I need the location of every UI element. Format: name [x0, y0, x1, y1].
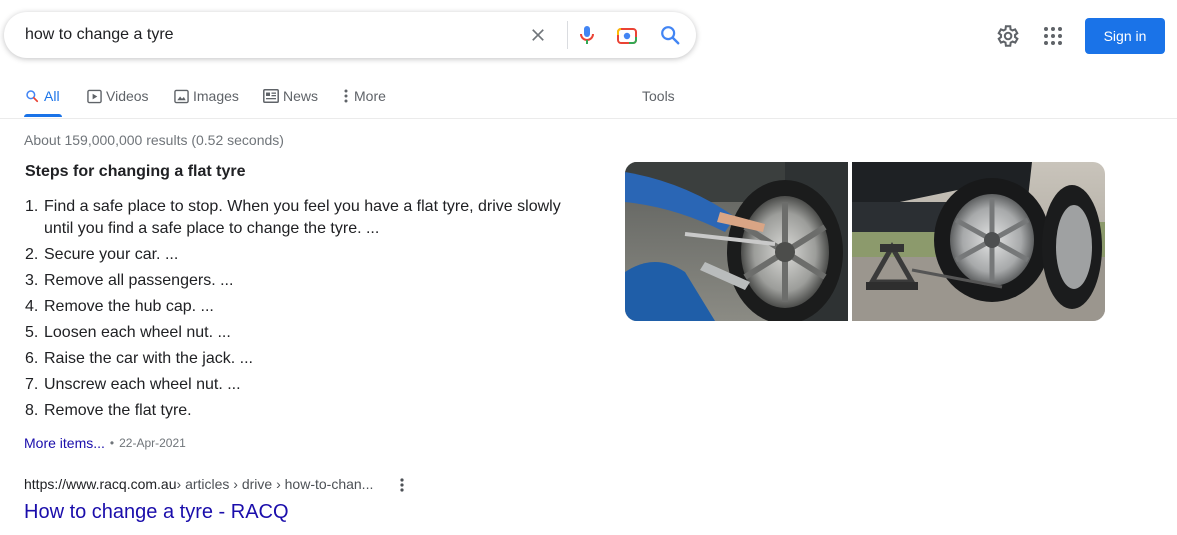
list-item: 4. Remove the hub cap. ...: [25, 296, 585, 318]
sign-in-button[interactable]: Sign in: [1085, 18, 1165, 54]
snippet-title: Steps for changing a flat tyre: [25, 163, 246, 180]
settings-gear-icon[interactable]: [994, 23, 1020, 49]
step-number: 2.: [25, 246, 39, 263]
step-number: 3.: [25, 272, 39, 289]
search-divider: [567, 21, 568, 49]
apps-grid-icon[interactable]: [1041, 24, 1065, 48]
search-icon: [24, 88, 40, 104]
more-items-row: More items... • 22-Apr-2021: [24, 435, 186, 451]
result-path: › articles › drive › how-to-chan...: [176, 476, 374, 492]
tab-more[interactable]: More: [342, 86, 386, 106]
separator-dot: •: [109, 436, 115, 450]
step-text: Remove all passengers. ...: [44, 272, 234, 289]
step-text: Unscrew each wheel nut. ...: [44, 376, 241, 393]
video-icon: [86, 88, 102, 104]
result-title-link[interactable]: How to change a tyre - RACQ: [24, 501, 289, 524]
list-item: 6. Raise the car with the jack. ...: [25, 348, 585, 370]
more-vert-icon: [342, 88, 350, 104]
list-item: 7. Unscrew each wheel nut. ...: [25, 374, 585, 396]
step-number: 7.: [25, 376, 39, 393]
list-item: 8. Remove the flat tyre.: [25, 400, 585, 422]
camera-lens-icon[interactable]: [615, 23, 639, 47]
step-text: Loosen each wheel nut. ...: [44, 324, 231, 341]
result-url: https://www.racq.com.au › articles › dri…: [24, 476, 373, 492]
tyre-wrench-photo[interactable]: [625, 162, 848, 321]
search-icon[interactable]: [658, 23, 682, 47]
step-number: 4.: [25, 298, 39, 315]
tab-news[interactable]: News: [263, 86, 318, 106]
step-text: Remove the hub cap. ...: [44, 298, 214, 315]
tab-videos[interactable]: Videos: [86, 86, 149, 106]
active-tab-indicator: [24, 114, 62, 117]
step-text: Raise the car with the jack. ...: [44, 350, 253, 367]
list-item: 1. Find a safe place to stop. When you fe…: [25, 196, 585, 240]
image-icon: [173, 88, 189, 104]
car-jack-photo[interactable]: [852, 162, 1105, 321]
snippet-steps-list: 1. Find a safe place to stop. When you fe…: [25, 196, 585, 426]
step-number: 1.: [25, 198, 39, 215]
tab-images[interactable]: Images: [173, 86, 239, 106]
step-text: Secure your car. ...: [44, 246, 179, 263]
microphone-icon[interactable]: [575, 23, 599, 47]
news-icon: [263, 88, 279, 104]
search-input[interactable]: [25, 25, 505, 45]
tab-all[interactable]: All: [24, 86, 60, 106]
snippet-date: 22-Apr-2021: [119, 436, 186, 450]
tab-news-label: News: [283, 88, 319, 104]
search-bar: [4, 12, 696, 58]
result-domain: https://www.racq.com.au: [24, 476, 177, 492]
more-items-link[interactable]: More items...: [24, 435, 105, 451]
list-item: 2. Secure your car. ...: [25, 244, 585, 266]
step-number: 8.: [25, 402, 39, 419]
result-stats: About 159,000,000 results (0.52 seconds): [24, 132, 284, 148]
step-number: 6.: [25, 350, 39, 367]
snippet-images: [625, 162, 1105, 321]
tab-images-label: Images: [193, 88, 239, 104]
more-options-icon[interactable]: [396, 476, 408, 494]
step-text: Find a safe place to stop. When you feel…: [44, 198, 561, 237]
tools-button[interactable]: Tools: [642, 86, 675, 106]
list-item: 3. Remove all passengers. ...: [25, 270, 585, 292]
list-item: 5. Loosen each wheel nut. ...: [25, 322, 585, 344]
step-number: 5.: [25, 324, 39, 341]
search-tabs: All Videos Images News More Tools: [0, 76, 1177, 119]
step-text: Remove the flat tyre.: [44, 402, 192, 419]
tab-videos-label: Videos: [106, 88, 149, 104]
tab-more-label: More: [354, 88, 386, 104]
clear-icon[interactable]: [526, 23, 550, 47]
tab-all-label: All: [44, 88, 60, 104]
